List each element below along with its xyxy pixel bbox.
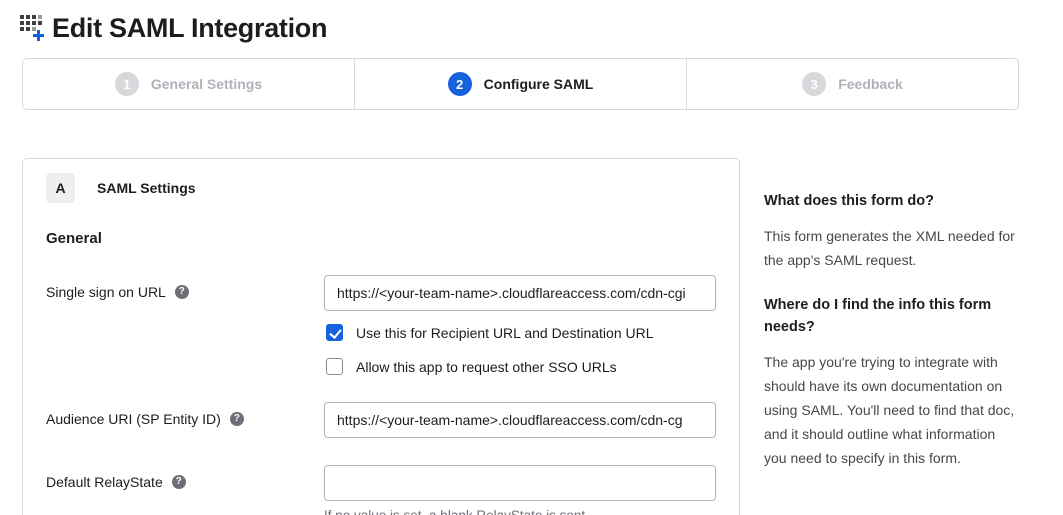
- help-text-what: This form generates the XML needed for t…: [764, 224, 1018, 272]
- edit-saml-integration-screen: Edit SAML Integration 1 General Settings…: [0, 0, 1063, 515]
- help-heading-where: Where do I find the info this form needs…: [764, 294, 1018, 338]
- field-row-sso-url: Single sign on URL ? Use this for Recipi…: [46, 275, 716, 375]
- field-label-col: Audience URI (SP Entity ID) ?: [46, 402, 324, 427]
- help-icon[interactable]: ?: [172, 475, 186, 489]
- plus-icon: [33, 30, 44, 41]
- step-label: General Settings: [151, 76, 262, 92]
- help-icon[interactable]: ?: [175, 285, 189, 299]
- help-sidebar: What does this form do? This form genera…: [764, 158, 1018, 492]
- field-control-col: If no value is set, a blank RelayState i…: [324, 465, 716, 515]
- audience-uri-input[interactable]: [324, 402, 716, 438]
- step-configure-saml[interactable]: 2 Configure SAML: [354, 59, 686, 109]
- step-general-settings[interactable]: 1 General Settings: [23, 59, 354, 109]
- page-header: Edit SAML Integration: [0, 0, 1063, 48]
- wizard-stepper: 1 General Settings 2 Configure SAML 3 Fe…: [22, 58, 1019, 110]
- step-number-badge: 1: [115, 72, 139, 96]
- field-control-col: [324, 402, 716, 438]
- relay-state-input[interactable]: [324, 465, 716, 501]
- help-heading-what: What does this form do?: [764, 190, 1018, 212]
- saml-settings-panel: A SAML Settings General Single sign on U…: [22, 158, 740, 515]
- step-feedback[interactable]: 3 Feedback: [686, 59, 1018, 109]
- recipient-url-checkbox[interactable]: [326, 324, 343, 341]
- step-number-badge: 2: [448, 72, 472, 96]
- step-label: Configure SAML: [484, 76, 594, 92]
- field-label-col: Single sign on URL ?: [46, 275, 324, 300]
- audience-uri-label: Audience URI (SP Entity ID): [46, 411, 221, 427]
- field-row-relay-state: Default RelayState ? If no value is set,…: [46, 465, 716, 515]
- relay-state-label: Default RelayState: [46, 474, 163, 490]
- checkbox-row-other-sso: Allow this app to request other SSO URLs: [326, 358, 716, 375]
- content-row: A SAML Settings General Single sign on U…: [0, 158, 1063, 515]
- help-icon[interactable]: ?: [230, 412, 244, 426]
- group-title-general: General: [46, 230, 716, 247]
- section-title: SAML Settings: [97, 180, 196, 196]
- relay-state-hint: If no value is set, a blank RelayState i…: [324, 508, 716, 515]
- field-control-col: Use this for Recipient URL and Destinati…: [324, 275, 716, 375]
- recipient-url-checkbox-label: Use this for Recipient URL and Destinati…: [356, 325, 654, 341]
- checkbox-row-recipient: Use this for Recipient URL and Destinati…: [326, 324, 716, 341]
- step-label: Feedback: [838, 76, 903, 92]
- panel-header: A SAML Settings: [46, 173, 716, 203]
- field-label-col: Default RelayState ?: [46, 465, 324, 490]
- app-grid-plus-icon: [20, 13, 48, 43]
- other-sso-urls-checkbox-label: Allow this app to request other SSO URLs: [356, 359, 617, 375]
- step-number-badge: 3: [802, 72, 826, 96]
- sso-url-input[interactable]: [324, 275, 716, 311]
- other-sso-urls-checkbox[interactable]: [326, 358, 343, 375]
- section-badge: A: [46, 173, 75, 203]
- sso-url-label: Single sign on URL: [46, 284, 166, 300]
- page-title: Edit SAML Integration: [52, 13, 327, 44]
- field-row-audience-uri: Audience URI (SP Entity ID) ?: [46, 402, 716, 438]
- help-text-where: The app you're trying to integrate with …: [764, 350, 1018, 470]
